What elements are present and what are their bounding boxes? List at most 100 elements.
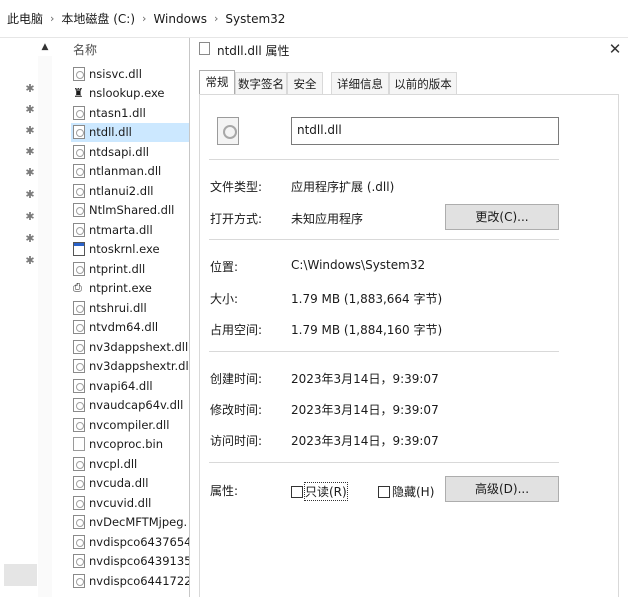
scroll-up-arrow-icon[interactable]: ▲: [38, 40, 52, 54]
file-row[interactable]: nvcpl.dll: [71, 454, 191, 474]
close-icon[interactable]: ✕: [605, 39, 625, 59]
file-row[interactable]: ntasn1.dll: [71, 103, 191, 123]
hidden-label: 隐藏(H): [392, 485, 435, 499]
chevron-right-icon: ›: [214, 12, 219, 25]
file-name-field[interactable]: ntdll.dll: [291, 117, 559, 145]
accessed-label: 访问时间:: [210, 434, 263, 448]
checkbox-box[interactable]: [378, 485, 390, 498]
quick-access-selected-item[interactable]: [4, 564, 37, 586]
file-name: nvdispco6441722: [89, 573, 191, 588]
file-name: ntdll.dll: [89, 125, 132, 140]
pin-icon[interactable]: ✱: [24, 210, 36, 223]
file-row[interactable]: nvcoproc.bin: [71, 435, 191, 455]
pin-icon[interactable]: ✱: [24, 103, 36, 116]
pin-icon[interactable]: ✱: [24, 166, 36, 179]
file-name: ntoskrnl.exe: [89, 242, 160, 257]
file-name: nvcpl.dll: [89, 456, 138, 471]
file-row[interactable]: nsisvc.dll: [71, 64, 191, 84]
dialog-title-bar[interactable]: ntdll.dll 属性 ✕: [190, 38, 628, 61]
file-name: nv3dappshext.dll: [89, 339, 189, 354]
breadcrumb-local-disk[interactable]: 本地磁盘 (C:): [59, 10, 137, 27]
readonly-checkbox[interactable]: 只读(R): [291, 482, 348, 501]
dll-file-icon: [73, 183, 85, 198]
pin-icon[interactable]: ✱: [24, 188, 36, 201]
readonly-label: 只读(R): [304, 482, 348, 501]
file-row[interactable]: ntvdm64.dll: [71, 318, 191, 338]
tab-strip: 常规 数字签名 安全 详细信息 以前的版本: [199, 70, 619, 94]
pin-icon[interactable]: ✱: [24, 145, 36, 158]
file-name: ntlanman.dll: [89, 164, 162, 179]
divider: [209, 159, 559, 160]
attributes-label: 属性:: [210, 484, 239, 498]
file-name: ntdsapi.dll: [89, 144, 149, 159]
location-label: 位置:: [210, 260, 239, 274]
chevron-right-icon: ›: [50, 12, 55, 25]
dll-file-icon: [73, 339, 85, 354]
file-row[interactable]: ntoskrnl.exe: [71, 240, 191, 260]
file-name: ntasn1.dll: [89, 105, 146, 120]
breadcrumb-windows[interactable]: Windows: [151, 12, 209, 26]
tab-digital-signatures[interactable]: 数字签名: [235, 72, 287, 94]
file-row[interactable]: nvaudcap64v.dll: [71, 396, 191, 416]
dll-file-icon: [73, 456, 85, 471]
dialog-title: ntdll.dll 属性: [217, 44, 290, 58]
file-pane: ✱ ✱ ✱ ✱ ✱ ✱ ✱ ✱ ✱ ▲ 名称 nsisvc.dll ♜ nslook…: [0, 38, 191, 597]
file-name: nvDecMFTMjpeg.: [89, 515, 188, 530]
pin-icon[interactable]: ✱: [24, 82, 36, 95]
column-header-name[interactable]: 名称: [73, 41, 97, 58]
dll-file-icon: [73, 300, 85, 315]
tab-security[interactable]: 安全: [287, 72, 323, 94]
breadcrumb-this-pc[interactable]: 此电脑: [5, 10, 45, 27]
file-row[interactable]: nvDecMFTMjpeg.: [71, 513, 191, 533]
file-row[interactable]: nvdispco6439135: [71, 552, 191, 572]
size-on-disk-label: 占用空间:: [210, 323, 263, 337]
dll-file-icon: [73, 105, 85, 120]
file-row[interactable]: ntprint.dll: [71, 259, 191, 279]
file-row[interactable]: ntdll.dll: [71, 122, 190, 142]
tab-details[interactable]: 详细信息: [331, 72, 389, 94]
dll-file-icon: [73, 417, 85, 432]
modified-value: 2023年3月14日，9:39:07: [291, 403, 439, 417]
dll-file-icon: [73, 125, 85, 140]
breadcrumb-system32[interactable]: System32: [223, 12, 287, 26]
change-button[interactable]: 更改(C)...: [445, 204, 559, 230]
pin-icon[interactable]: ✱: [24, 124, 36, 137]
file-row[interactable]: ntmarta.dll: [71, 220, 191, 240]
scrollbar-track[interactable]: [38, 56, 52, 597]
file-row[interactable]: nv3dappshext.dll: [71, 337, 191, 357]
file-row[interactable]: nvcuda.dll: [71, 474, 191, 494]
file-row[interactable]: ntdsapi.dll: [71, 142, 191, 162]
dll-file-icon: [217, 117, 239, 145]
pin-icon[interactable]: ✱: [24, 254, 36, 267]
file-row[interactable]: ♜ nslookup.exe: [71, 84, 191, 104]
advanced-button[interactable]: 高级(D)...: [445, 476, 559, 502]
file-row[interactable]: ntlanman.dll: [71, 162, 191, 182]
pin-icon[interactable]: ✱: [24, 232, 36, 245]
checkbox-box[interactable]: [291, 485, 303, 498]
file-row[interactable]: ntshrui.dll: [71, 298, 191, 318]
size-label: 大小:: [210, 292, 239, 306]
file-row[interactable]: ntlanui2.dll: [71, 181, 191, 201]
file-row[interactable]: nvcuvid.dll: [71, 493, 191, 513]
bin-file-icon: [73, 437, 85, 452]
tab-previous-versions[interactable]: 以前的版本: [389, 72, 457, 94]
hidden-checkbox[interactable]: 隐藏(H): [378, 483, 434, 500]
file-name: nv3dappshextr.dll: [89, 359, 191, 374]
file-row[interactable]: ⎙ ntprint.exe: [71, 279, 191, 299]
tab-general[interactable]: 常规: [199, 70, 235, 94]
open-with-label: 打开方式:: [210, 212, 263, 226]
file-row[interactable]: NtlmShared.dll: [71, 201, 191, 221]
size-on-disk-value: 1.79 MB (1,884,160 字节): [291, 323, 443, 337]
dll-file-icon: [73, 573, 85, 588]
dll-file-icon: [73, 495, 85, 510]
dll-file-icon: [73, 359, 85, 374]
file-row[interactable]: nv3dappshextr.dll: [71, 357, 191, 377]
file-row[interactable]: nvdispco6441722: [71, 571, 191, 591]
printer-exe-icon: ⎙: [73, 281, 82, 295]
file-row[interactable]: nvdispco6437654: [71, 532, 191, 552]
dll-file-icon: [73, 534, 85, 549]
file-row[interactable]: nvcompiler.dll: [71, 415, 191, 435]
chevron-right-icon: ›: [142, 12, 147, 25]
file-name: ntmarta.dll: [89, 222, 153, 237]
file-row[interactable]: nvapi64.dll: [71, 376, 191, 396]
